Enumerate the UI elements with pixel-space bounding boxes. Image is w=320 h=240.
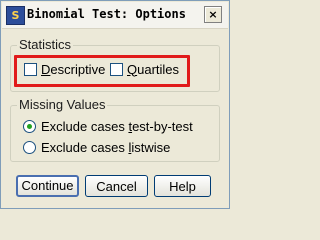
cancel-button[interactable]: Cancel xyxy=(85,175,148,197)
quartiles-checkbox[interactable]: Quartiles xyxy=(110,61,180,77)
title-bar[interactable]: S Binomial Test: Options × xyxy=(2,2,228,29)
exclude-test-by-test-radio-dot[interactable] xyxy=(23,119,36,133)
exclude-listwise-radio-dot[interactable] xyxy=(23,140,36,154)
descriptive-checkbox[interactable]: Descriptive xyxy=(24,61,106,77)
close-icon: × xyxy=(208,8,218,21)
missing-values-group-label: Missing Values xyxy=(17,97,108,112)
help-button[interactable]: Help xyxy=(154,175,211,197)
descriptive-checkbox-box[interactable] xyxy=(24,62,37,76)
descriptive-label: Descriptive xyxy=(41,61,106,77)
exclude-test-by-test-label: Exclude cases test-by-test xyxy=(41,118,193,134)
quartiles-checkbox-box[interactable] xyxy=(110,62,123,76)
continue-button[interactable]: Continue xyxy=(16,175,79,197)
spss-icon: S xyxy=(6,6,25,25)
exclude-listwise-label: Exclude cases listwise xyxy=(41,139,171,155)
exclude-listwise-radio[interactable]: Exclude cases listwise xyxy=(23,139,170,155)
options-dialog: S Binomial Test: Options × Statistics De… xyxy=(0,0,230,209)
statistics-group-label: Statistics xyxy=(17,37,74,52)
close-button[interactable]: × xyxy=(204,6,222,23)
dialog-title: Binomial Test: Options xyxy=(27,7,186,21)
quartiles-label: Quartiles xyxy=(127,61,180,77)
exclude-test-by-test-radio[interactable]: Exclude cases test-by-test xyxy=(23,118,193,134)
